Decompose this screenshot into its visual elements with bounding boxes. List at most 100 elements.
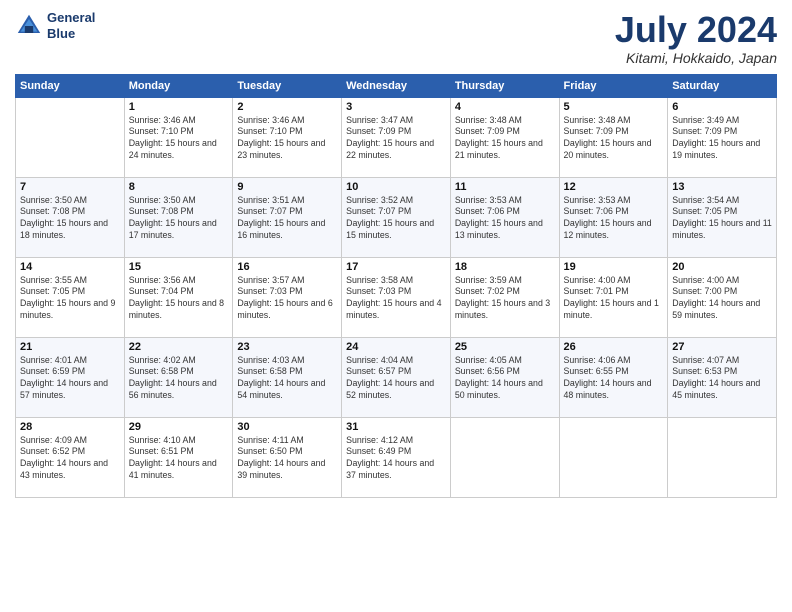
day-details: Sunrise: 3:49 AMSunset: 7:09 PMDaylight:… [672, 115, 772, 163]
day-details: Sunrise: 4:06 AMSunset: 6:55 PMDaylight:… [564, 355, 664, 403]
day-number: 22 [129, 341, 229, 353]
calendar-day-cell: 23 Sunrise: 4:03 AMSunset: 6:58 PMDayligh… [233, 337, 342, 417]
location: Kitami, Hokkaido, Japan [615, 50, 777, 66]
calendar-week-row: 21Sunrise: 4:01 AMSunset: 6:59 PMDayligh… [16, 337, 777, 417]
day-number: 14 [20, 261, 120, 273]
day-number: 3 [346, 101, 446, 113]
calendar-body: 1Sunrise: 3:46 AMSunset: 7:10 PMDaylight… [16, 97, 777, 497]
day-number: 7 [20, 181, 120, 193]
day-details: Sunrise: 3:52 AMSunset: 7:07 PMDaylight:… [346, 195, 446, 243]
day-number: 15 [129, 261, 229, 273]
calendar-day-cell: 7 Sunrise: 3:50 AMSunset: 7:08 PMDaylight… [16, 177, 125, 257]
calendar-header-cell: Thursday [450, 74, 559, 97]
calendar-day-cell: 9 Sunrise: 3:51 AMSunset: 7:07 PMDaylight… [233, 177, 342, 257]
calendar-day-cell: 29 Sunrise: 4:10 AMSunset: 6:51 PMDayligh… [124, 417, 233, 497]
logo: General Blue [15, 10, 95, 41]
day-number: 20 [672, 261, 772, 273]
calendar-day-cell: 12 Sunrise: 3:53 AMSunset: 7:06 PMDayligh… [559, 177, 668, 257]
logo-text: General Blue [47, 10, 95, 41]
day-number: 24 [346, 341, 446, 353]
calendar-day-cell: 24 Sunrise: 4:04 AMSunset: 6:57 PMDayligh… [342, 337, 451, 417]
logo-icon [15, 12, 43, 40]
calendar-day-cell: 26 Sunrise: 4:06 AMSunset: 6:55 PMDayligh… [559, 337, 668, 417]
calendar-day-cell: 22 Sunrise: 4:02 AMSunset: 6:58 PMDayligh… [124, 337, 233, 417]
calendar-day-cell: 14Sunrise: 3:55 AMSunset: 7:05 PMDayligh… [16, 257, 125, 337]
month-title: July 2024 [615, 10, 777, 50]
calendar-week-row: 14Sunrise: 3:55 AMSunset: 7:05 PMDayligh… [16, 257, 777, 337]
day-details: Sunrise: 3:46 AMSunset: 7:10 PMDaylight:… [129, 115, 229, 163]
day-details: Sunrise: 4:00 AMSunset: 7:01 PMDaylight:… [564, 275, 664, 323]
day-details: Sunrise: 4:03 AMSunset: 6:58 PMDaylight:… [237, 355, 337, 403]
day-details: Sunrise: 4:12 AMSunset: 6:49 PMDaylight:… [346, 435, 446, 483]
day-details: Sunrise: 3:54 AMSunset: 7:05 PMDaylight:… [672, 195, 772, 243]
calendar-header-row: SundayMondayTuesdayWednesdayThursdayFrid… [16, 74, 777, 97]
day-number: 25 [455, 341, 555, 353]
day-details: Sunrise: 3:48 AMSunset: 7:09 PMDaylight:… [564, 115, 664, 163]
calendar-day-cell [450, 417, 559, 497]
day-details: Sunrise: 4:10 AMSunset: 6:51 PMDaylight:… [129, 435, 229, 483]
day-number: 9 [237, 181, 337, 193]
day-details: Sunrise: 3:50 AMSunset: 7:08 PMDaylight:… [20, 195, 120, 243]
calendar-day-cell: 10 Sunrise: 3:52 AMSunset: 7:07 PMDayligh… [342, 177, 451, 257]
header: General Blue July 2024 Kitami, Hokkaido,… [15, 10, 777, 66]
day-details: Sunrise: 4:02 AMSunset: 6:58 PMDaylight:… [129, 355, 229, 403]
calendar-header-cell: Friday [559, 74, 668, 97]
day-details: Sunrise: 3:53 AMSunset: 7:06 PMDaylight:… [564, 195, 664, 243]
calendar-day-cell: 8Sunrise: 3:50 AMSunset: 7:08 PMDaylight… [124, 177, 233, 257]
calendar-week-row: 28Sunrise: 4:09 AMSunset: 6:52 PMDayligh… [16, 417, 777, 497]
day-number: 27 [672, 341, 772, 353]
day-number: 2 [237, 101, 337, 113]
day-number: 17 [346, 261, 446, 273]
day-number: 16 [237, 261, 337, 273]
day-number: 26 [564, 341, 664, 353]
page-container: General Blue July 2024 Kitami, Hokkaido,… [0, 0, 792, 508]
day-number: 23 [237, 341, 337, 353]
calendar-day-cell [668, 417, 777, 497]
calendar-day-cell: 5 Sunrise: 3:48 AMSunset: 7:09 PMDaylight… [559, 97, 668, 177]
calendar-day-cell: 16 Sunrise: 3:57 AMSunset: 7:03 PMDayligh… [233, 257, 342, 337]
day-details: Sunrise: 4:09 AMSunset: 6:52 PMDaylight:… [20, 435, 120, 483]
day-details: Sunrise: 3:53 AMSunset: 7:06 PMDaylight:… [455, 195, 555, 243]
day-details: Sunrise: 3:50 AMSunset: 7:08 PMDaylight:… [129, 195, 229, 243]
day-number: 13 [672, 181, 772, 193]
day-details: Sunrise: 3:56 AMSunset: 7:04 PMDaylight:… [129, 275, 229, 323]
day-number: 18 [455, 261, 555, 273]
calendar-header-cell: Monday [124, 74, 233, 97]
calendar-day-cell: 20 Sunrise: 4:00 AMSunset: 7:00 PMDayligh… [668, 257, 777, 337]
day-number: 12 [564, 181, 664, 193]
day-number: 6 [672, 101, 772, 113]
calendar-day-cell: 30 Sunrise: 4:11 AMSunset: 6:50 PMDayligh… [233, 417, 342, 497]
calendar-day-cell: 2 Sunrise: 3:46 AMSunset: 7:10 PMDaylight… [233, 97, 342, 177]
day-details: Sunrise: 3:46 AMSunset: 7:10 PMDaylight:… [237, 115, 337, 163]
calendar-day-cell: 15 Sunrise: 3:56 AMSunset: 7:04 PMDayligh… [124, 257, 233, 337]
calendar-week-row: 1Sunrise: 3:46 AMSunset: 7:10 PMDaylight… [16, 97, 777, 177]
calendar-day-cell: 1Sunrise: 3:46 AMSunset: 7:10 PMDaylight… [124, 97, 233, 177]
calendar-day-cell: 13 Sunrise: 3:54 AMSunset: 7:05 PMDayligh… [668, 177, 777, 257]
calendar-day-cell: 18Sunrise: 3:59 AMSunset: 7:02 PMDayligh… [450, 257, 559, 337]
day-details: Sunrise: 4:01 AMSunset: 6:59 PMDaylight:… [20, 355, 120, 403]
calendar-header-cell: Saturday [668, 74, 777, 97]
day-details: Sunrise: 3:47 AMSunset: 7:09 PMDaylight:… [346, 115, 446, 163]
calendar-day-cell: 3 Sunrise: 3:47 AMSunset: 7:09 PMDaylight… [342, 97, 451, 177]
day-number: 30 [237, 421, 337, 433]
calendar-table: SundayMondayTuesdayWednesdayThursdayFrid… [15, 74, 777, 498]
day-details: Sunrise: 4:04 AMSunset: 6:57 PMDaylight:… [346, 355, 446, 403]
day-number: 5 [564, 101, 664, 113]
day-number: 31 [346, 421, 446, 433]
day-number: 11 [455, 181, 555, 193]
calendar-day-cell [16, 97, 125, 177]
calendar-week-row: 7 Sunrise: 3:50 AMSunset: 7:08 PMDaylight… [16, 177, 777, 257]
calendar-day-cell: 4Sunrise: 3:48 AMSunset: 7:09 PMDaylight… [450, 97, 559, 177]
day-details: Sunrise: 3:51 AMSunset: 7:07 PMDaylight:… [237, 195, 337, 243]
calendar-day-cell: 28Sunrise: 4:09 AMSunset: 6:52 PMDayligh… [16, 417, 125, 497]
calendar-header-cell: Wednesday [342, 74, 451, 97]
day-number: 29 [129, 421, 229, 433]
day-details: Sunrise: 4:11 AMSunset: 6:50 PMDaylight:… [237, 435, 337, 483]
day-details: Sunrise: 3:57 AMSunset: 7:03 PMDaylight:… [237, 275, 337, 323]
day-details: Sunrise: 4:00 AMSunset: 7:00 PMDaylight:… [672, 275, 772, 323]
calendar-day-cell: 25Sunrise: 4:05 AMSunset: 6:56 PMDayligh… [450, 337, 559, 417]
day-number: 4 [455, 101, 555, 113]
calendar-day-cell [559, 417, 668, 497]
calendar-day-cell: 6 Sunrise: 3:49 AMSunset: 7:09 PMDaylight… [668, 97, 777, 177]
day-number: 10 [346, 181, 446, 193]
